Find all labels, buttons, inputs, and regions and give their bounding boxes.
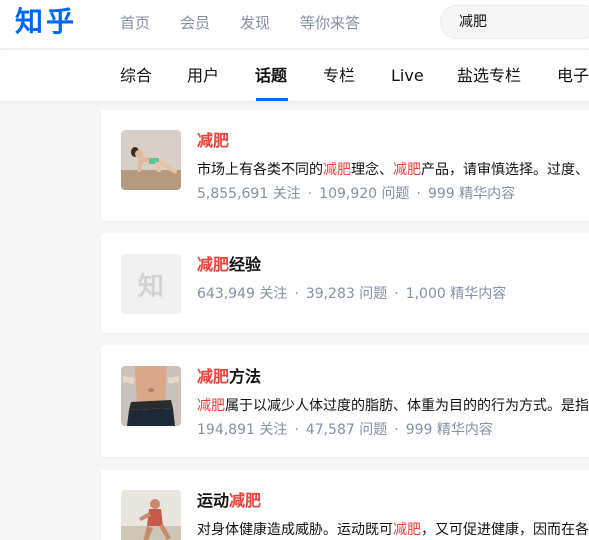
tab-topics[interactable]: 话题 bbox=[255, 66, 287, 86]
topic-description: 对身体健康造成威胁。运动既可减肥，又可促进健康，因而在各 bbox=[197, 522, 589, 538]
search-input[interactable]: 减肥 bbox=[440, 5, 589, 39]
zhihu-logo[interactable]: 知乎 bbox=[15, 4, 77, 40]
waist-measure-photo-icon[interactable] bbox=[121, 366, 181, 426]
running-photo-icon[interactable] bbox=[121, 490, 181, 540]
essence-count: 1,000 精华内容 bbox=[405, 286, 507, 302]
followers-count: 5,855,691 关注 bbox=[197, 186, 301, 202]
topic-card[interactable]: 减肥 市场上有各类不同的减肥理念、减肥产品，请审慎选择。过度、 5,855,69… bbox=[101, 110, 589, 221]
topic-description: 市场上有各类不同的减肥理念、减肥产品，请审慎选择。过度、 bbox=[197, 162, 589, 178]
search-tab-bar: 综合 用户 话题 专栏 Live 盐选专栏 电子 bbox=[0, 49, 589, 101]
questions-count: 47,587 问题 bbox=[305, 422, 388, 438]
topic-title[interactable]: 减肥方法 bbox=[197, 366, 261, 388]
tab-columns[interactable]: 专栏 bbox=[323, 66, 355, 86]
followers-count: 643,949 关注 bbox=[197, 286, 288, 302]
nav-waiting-answers[interactable]: 等你来答 bbox=[300, 13, 360, 33]
questions-count: 109,920 问题 bbox=[319, 186, 410, 202]
tab-general[interactable]: 综合 bbox=[120, 66, 152, 86]
top-header: 知乎 首页 会员 发现 等你来答 减肥 bbox=[0, 0, 589, 48]
tab-live[interactable]: Live bbox=[391, 66, 424, 86]
topic-card[interactable]: 减肥方法 减肥属于以减少人体过度的脂肪、体重为目的的行为方式。是指 194,89… bbox=[101, 346, 589, 457]
nav-home[interactable]: 首页 bbox=[120, 13, 150, 33]
nav-discover[interactable]: 发现 bbox=[240, 13, 270, 33]
followers-count: 194,891 关注 bbox=[197, 422, 288, 438]
topic-title[interactable]: 减肥 bbox=[197, 130, 229, 152]
topic-stats: 194,891 关注 · 47,587 问题 · 999 精华内容 bbox=[197, 422, 493, 438]
tab-salt-columns[interactable]: 盐选专栏 bbox=[457, 66, 521, 86]
zhihu-placeholder-icon[interactable]: 知 bbox=[121, 254, 181, 314]
essence-count: 999 精华内容 bbox=[427, 186, 516, 202]
topic-stats: 5,855,691 关注 · 109,920 问题 · 999 精华内容 bbox=[197, 186, 516, 202]
nav-membership[interactable]: 会员 bbox=[180, 13, 210, 33]
top-nav: 首页 会员 发现 等你来答 bbox=[120, 13, 390, 33]
tab-ebooks[interactable]: 电子 bbox=[557, 66, 589, 86]
active-tab-indicator bbox=[256, 98, 288, 101]
topic-title[interactable]: 减肥经验 bbox=[197, 254, 261, 276]
yoga-photo-icon[interactable] bbox=[121, 130, 181, 190]
questions-count: 39,283 问题 bbox=[305, 286, 388, 302]
essence-count: 999 精华内容 bbox=[405, 422, 493, 438]
topic-title[interactable]: 运动减肥 bbox=[197, 490, 261, 512]
topic-stats: 643,949 关注 · 39,283 问题 · 1,000 精华内容 bbox=[197, 286, 507, 302]
tab-users[interactable]: 用户 bbox=[187, 66, 219, 86]
topic-card[interactable]: 知 减肥经验 643,949 关注 · 39,283 问题 · 1,000 精华内容 bbox=[101, 234, 589, 333]
search-input-value: 减肥 bbox=[459, 14, 487, 30]
topic-description: 减肥属于以减少人体过度的脂肪、体重为目的的行为方式。是指 bbox=[197, 398, 589, 414]
topic-card[interactable]: 运动减肥 对身体健康造成威胁。运动既可减肥，又可促进健康，因而在各 bbox=[101, 470, 589, 540]
